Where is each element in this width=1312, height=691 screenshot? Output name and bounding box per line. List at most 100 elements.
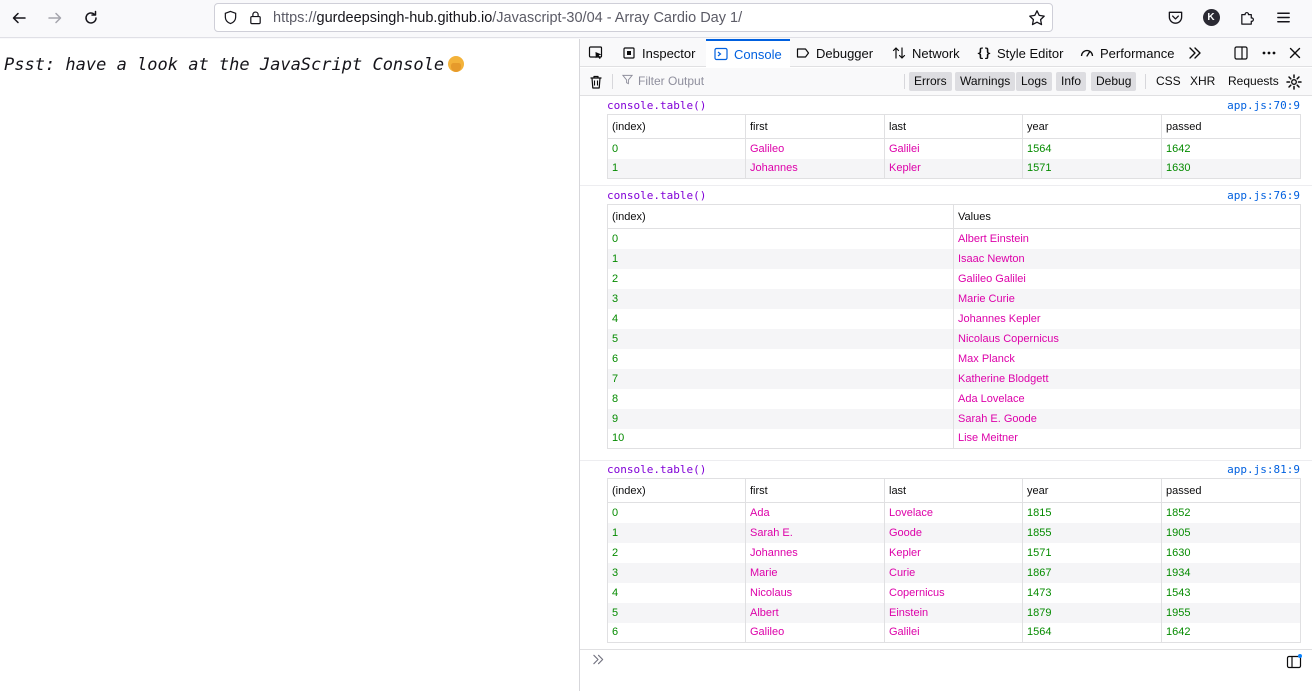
column-header[interactable]: year bbox=[1022, 478, 1162, 503]
column-header[interactable]: Values bbox=[953, 204, 1301, 229]
table-row: 5 Albert Einstein 1879 1955 bbox=[607, 602, 1301, 623]
filter-requests[interactable]: Requests bbox=[1223, 72, 1284, 91]
source-link[interactable]: app.js:70:9 bbox=[1227, 99, 1300, 112]
tab-performance[interactable]: Performance bbox=[1080, 39, 1174, 67]
table-row: 7 Katherine Blodgett bbox=[607, 368, 1301, 389]
table-cell: 1571 bbox=[1022, 542, 1162, 563]
table-cell: 1473 bbox=[1022, 582, 1162, 603]
column-header[interactable]: year bbox=[1022, 114, 1162, 139]
url-host: gurdeepsingh-hub.github.io bbox=[316, 9, 493, 26]
table-cell: 1564 bbox=[1022, 138, 1162, 159]
table-row: 6 Galileo Galilei 1564 1642 bbox=[608, 622, 1301, 643]
table-cell: Kepler bbox=[884, 158, 1023, 179]
web-page: Psst: have a look at the JavaScript Cons… bbox=[0, 39, 579, 691]
settings-gear-icon[interactable] bbox=[1286, 74, 1302, 90]
table-cell: 1815 bbox=[1022, 502, 1162, 523]
tab-debugger[interactable]: Debugger bbox=[796, 39, 873, 67]
lock-icon[interactable] bbox=[247, 10, 263, 26]
tab-network[interactable]: Network bbox=[892, 39, 960, 67]
table-cell: 1630 bbox=[1161, 158, 1301, 179]
console-input[interactable] bbox=[580, 649, 1312, 691]
console-output: console.table() app.js:70:9 (index) firs… bbox=[580, 97, 1312, 649]
reload-icon[interactable] bbox=[77, 5, 105, 31]
column-header[interactable]: first bbox=[745, 478, 885, 503]
console-prompt-icon bbox=[592, 653, 605, 670]
table-row: 3 Marie Curie 1867 1934 bbox=[607, 562, 1301, 583]
inspector-icon bbox=[622, 46, 636, 60]
table-cell: 1852 bbox=[1161, 502, 1301, 523]
table-row: 0 Ada Lovelace 1815 1852 bbox=[608, 502, 1301, 523]
table-cell: Nicolaus Copernicus bbox=[953, 328, 1301, 349]
table-cell: Marie Curie bbox=[953, 288, 1301, 309]
table-cell: Johannes Kepler bbox=[953, 308, 1301, 329]
tab-label: Console bbox=[734, 46, 782, 62]
table-cell: Galileo bbox=[745, 622, 885, 643]
filter-xhr[interactable]: XHR bbox=[1185, 72, 1220, 91]
filter-css[interactable]: CSS bbox=[1151, 72, 1186, 91]
pick-element-icon[interactable] bbox=[588, 45, 604, 61]
table-cell: Galilei bbox=[884, 622, 1023, 643]
table-cell: 8 bbox=[612, 392, 619, 405]
menu-icon[interactable] bbox=[1274, 8, 1292, 26]
table-row: 0 Galileo Galilei 1564 1642 bbox=[608, 138, 1301, 159]
url-scheme: https:// bbox=[273, 9, 317, 26]
trash-icon[interactable] bbox=[588, 74, 604, 90]
table-cell: 1571 bbox=[1022, 158, 1162, 179]
filter-info[interactable]: Info bbox=[1056, 72, 1087, 91]
table-row: 1 Johannes Kepler 1571 1630 bbox=[607, 158, 1301, 179]
table-cell: 1855 bbox=[1022, 522, 1162, 543]
table-cell: Johannes bbox=[745, 542, 885, 563]
tab-style-editor[interactable]: {} Style Editor bbox=[977, 39, 1064, 67]
table-row: 5 Nicolaus Copernicus bbox=[607, 328, 1301, 349]
column-header[interactable]: passed bbox=[1161, 114, 1301, 139]
table-row: 3 Marie Curie bbox=[607, 288, 1301, 309]
column-header[interactable]: (index) bbox=[607, 114, 746, 139]
column-header[interactable]: (index) bbox=[607, 204, 954, 229]
table-cell: Sarah E. Goode bbox=[953, 408, 1301, 429]
dock-side-icon[interactable] bbox=[1233, 45, 1249, 61]
back-arrow-icon[interactable] bbox=[5, 5, 33, 31]
console-method: console.table() bbox=[607, 99, 707, 112]
table-row: 2 Johannes Kepler 1571 1630 bbox=[608, 542, 1301, 563]
table-row: 0 Albert Einstein bbox=[608, 228, 1301, 249]
network-icon bbox=[892, 46, 906, 60]
editor-mode-toggle-icon[interactable] bbox=[1286, 654, 1302, 670]
star-icon[interactable] bbox=[1028, 9, 1046, 27]
source-link[interactable]: app.js:76:9 bbox=[1227, 189, 1300, 202]
extensions-icon[interactable] bbox=[1238, 8, 1256, 26]
account-avatar[interactable]: K bbox=[1202, 8, 1220, 26]
more-options-icon[interactable] bbox=[1261, 45, 1277, 61]
tab-console[interactable]: Console bbox=[706, 39, 790, 67]
psst-message: Psst: have a look at the JavaScript Cons… bbox=[4, 55, 465, 75]
shield-icon[interactable] bbox=[222, 10, 238, 26]
person-tipping-hand-emoji-icon bbox=[448, 56, 465, 72]
column-header[interactable]: (index) bbox=[607, 478, 746, 503]
filter-errors[interactable]: Errors bbox=[909, 72, 952, 91]
forward-arrow-icon[interactable] bbox=[41, 5, 69, 31]
source-link[interactable]: app.js:81:9 bbox=[1227, 463, 1300, 476]
filter-output-input[interactable]: Filter Output bbox=[621, 74, 705, 88]
column-header[interactable]: last bbox=[884, 114, 1023, 139]
console-message: console.table() app.js:70:9 (index) firs… bbox=[580, 97, 1312, 186]
table-cell: Galileo bbox=[745, 138, 885, 159]
more-tabs-chevron-icon[interactable] bbox=[1187, 45, 1203, 61]
table-cell: 3 bbox=[607, 288, 954, 309]
table-cell: Isaac Newton bbox=[953, 248, 1301, 269]
column-header[interactable]: last bbox=[884, 478, 1023, 503]
table-cell: Einstein bbox=[884, 602, 1023, 623]
column-header[interactable]: first bbox=[745, 114, 885, 139]
table-cell: Albert Einstein bbox=[953, 228, 1301, 249]
table-cell: 1905 bbox=[1161, 522, 1301, 543]
filter-placeholder: Filter Output bbox=[638, 74, 705, 88]
psst-text: Psst: have a look at the JavaScript Cons… bbox=[4, 55, 445, 75]
tab-inspector[interactable]: Inspector bbox=[622, 39, 695, 67]
table-cell: 2 bbox=[612, 272, 619, 285]
filter-warnings[interactable]: Warnings bbox=[955, 72, 1016, 91]
filter-debug[interactable]: Debug bbox=[1091, 72, 1137, 91]
url-bar[interactable]: https://gurdeepsingh-hub.github.io/Javas… bbox=[214, 3, 1053, 32]
close-icon[interactable] bbox=[1287, 45, 1303, 61]
table-cell: 1867 bbox=[1022, 562, 1162, 583]
filter-logs[interactable]: Logs bbox=[1016, 72, 1053, 91]
column-header[interactable]: passed bbox=[1161, 478, 1301, 503]
pocket-icon[interactable] bbox=[1166, 8, 1184, 26]
